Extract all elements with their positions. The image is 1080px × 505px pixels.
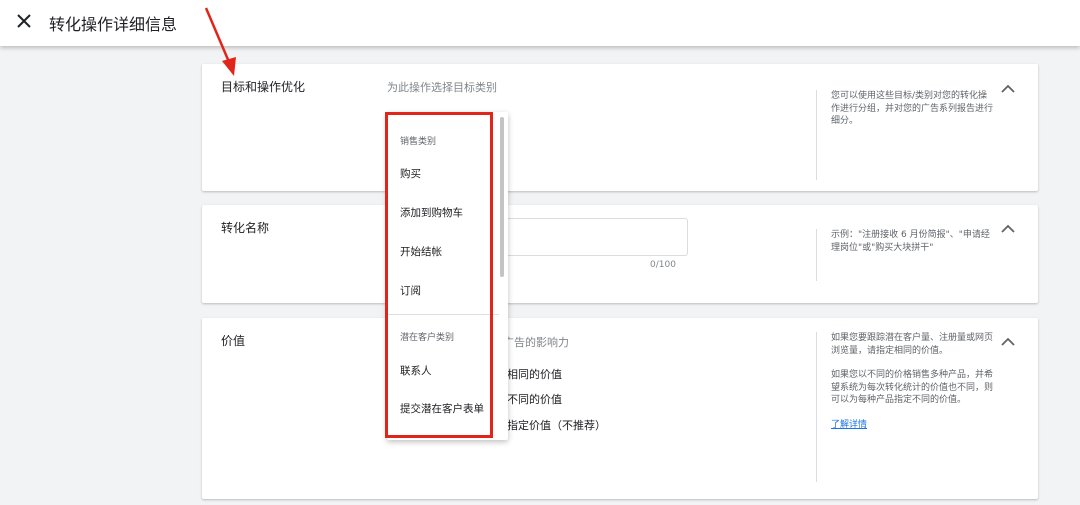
dropdown-item-purchase[interactable]: 购买 <box>400 166 421 181</box>
dropdown-item-submit-lead-form[interactable]: 提交潜在客户表单 <box>400 401 484 416</box>
value-option-same[interactable]: 相同的价值 <box>507 366 562 382</box>
chevron-up-icon[interactable] <box>1000 222 1016 234</box>
dropdown-item-subscribe[interactable]: 订阅 <box>400 283 421 298</box>
goal-help-paragraph: 您可以使用这些目标/类别对您的转化操作进行分组，并对您的广告系列报告进行细分。 <box>831 91 994 126</box>
page-title: 转化操作详细信息 <box>49 15 178 34</box>
char-counter: 0/100 <box>650 260 676 270</box>
dropdown-item-contact[interactable]: 联系人 <box>400 363 432 378</box>
value-help-paragraph-2: 如果您以不同的价格销售多种产品，并希望系统为每次转化统计的价值也不同，则可以为每… <box>831 370 994 405</box>
goal-category-dropdown: 销售类别 购买 添加到购物车 开始结帐 订阅 潜在客户类别 联系人 提交潜在客户… <box>387 112 508 440</box>
value-help-paragraph-1: 如果您要跟踪潜在客户量、注册量或网页浏览量，请指定相同的价值。 <box>831 333 994 356</box>
value-help-text: 如果您要跟踪潜在客户量、注册量或网页浏览量，请指定相同的价值。 如果您以不同的价… <box>816 332 993 482</box>
chevron-up-icon[interactable] <box>1000 82 1016 94</box>
learn-more-link[interactable]: 了解详情 <box>831 420 867 430</box>
goal-section-title: 目标和操作优化 <box>221 80 306 94</box>
value-option-none[interactable]: 指定价值（不推荐） <box>507 417 606 433</box>
dropdown-divider <box>387 314 499 315</box>
dropdown-item-add-to-cart[interactable]: 添加到购物车 <box>400 205 463 220</box>
name-help-paragraph: 示例："注册接收 6 月份简报"、"申请经理岗位"或"购买大块拼干" <box>831 230 990 253</box>
conversion-name-input[interactable] <box>500 218 688 256</box>
top-bar: 转化操作详细信息 <box>0 0 1080 46</box>
name-section-card: 转化名称 0/100 示例："注册接收 6 月份简报"、"申请经理岗位"或"购买… <box>202 205 1038 303</box>
dropdown-group-header-sales: 销售类别 <box>400 137 437 147</box>
value-option-different[interactable]: 不同的价值 <box>507 391 562 407</box>
close-icon[interactable] <box>14 9 34 31</box>
value-section-card: 价值 量广告的影响力 相同的价值 不同的价值 指定价值（不推荐） 如果您要跟踪潜… <box>202 318 1038 499</box>
goal-help-text: 您可以使用这些目标/类别对您的转化操作进行分组，并对您的广告系列报告进行细分。 <box>816 90 993 180</box>
value-section-title: 价值 <box>221 334 246 348</box>
dropdown-item-begin-checkout[interactable]: 开始结帐 <box>400 244 442 259</box>
dropdown-scrollbar[interactable] <box>500 117 504 277</box>
chevron-up-icon[interactable] <box>1000 335 1016 347</box>
goal-section-card: 目标和操作优化 为此操作选择目标类别 您可以使用这些目标/类别对您的转化操作进行… <box>202 64 1038 191</box>
goal-category-select[interactable]: 为此操作选择目标类别 <box>387 79 497 95</box>
dropdown-group-header-leads: 潜在客户类别 <box>400 333 455 343</box>
name-help-text: 示例："注册接收 6 月份简报"、"申请经理岗位"或"购买大块拼干" <box>816 229 993 281</box>
name-section-title: 转化名称 <box>221 221 270 235</box>
